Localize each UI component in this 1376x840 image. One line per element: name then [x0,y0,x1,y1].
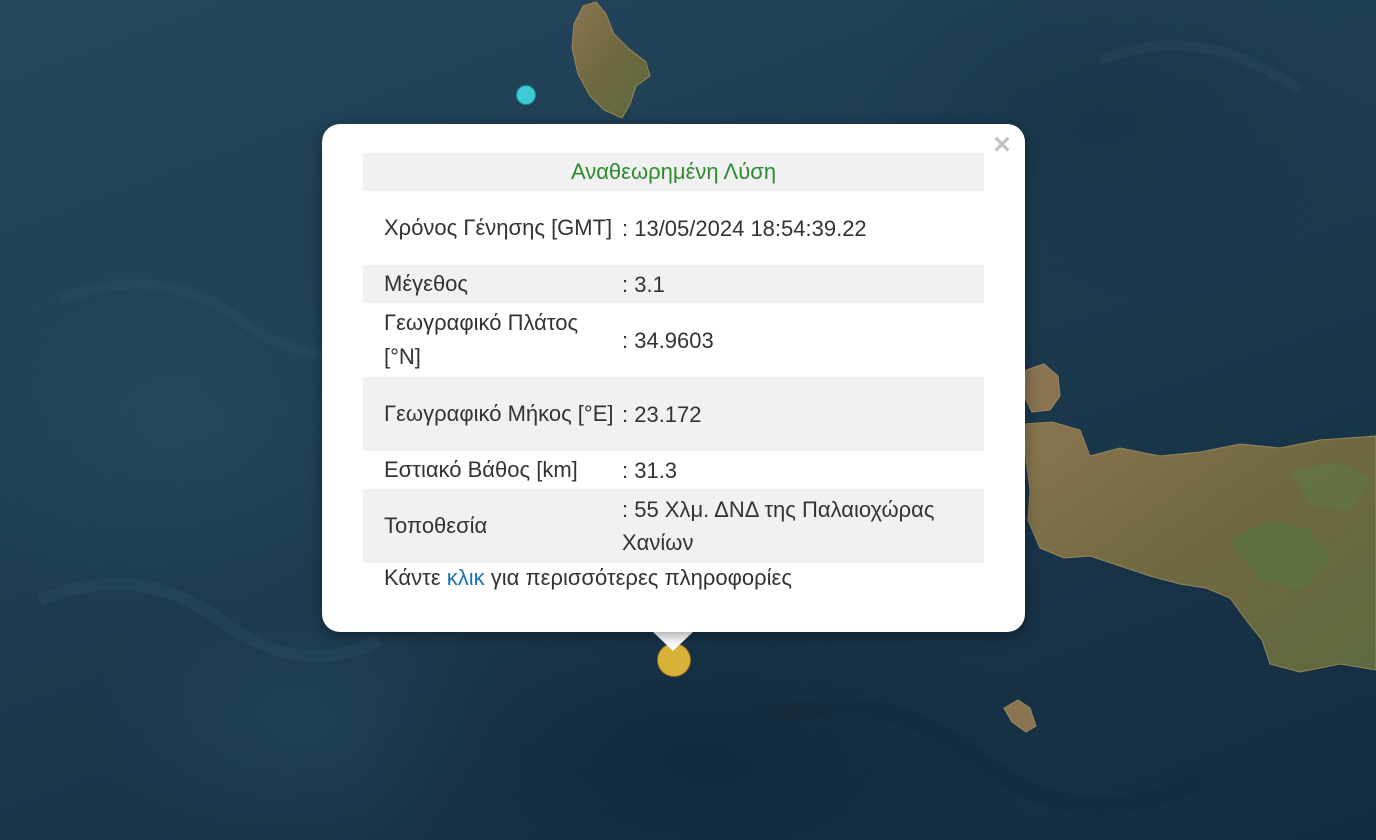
islet-south [1003,699,1037,733]
more-info-text: Κάντε κλικ για περισσότερες πληροφορίες [384,565,792,591]
table-row: Γεωγραφικό Πλάτος [°N] : 34.9603 [363,303,984,377]
row-value-magnitude: : 3.1 [622,271,665,297]
row-label-origin-time: Χρόνος Γένησης [GMT] [384,215,613,240]
table-header-row: Αναθεωρημένη Λύση [363,153,984,191]
earthquake-marker-small[interactable] [516,85,536,105]
landmass-east [1023,421,1376,673]
table-row: Γεωγραφικό Μήκος [°E] : 23.172 [363,377,984,451]
row-label-longitude: Γεωγραφικό Μήκος [°E] [384,401,614,426]
popup-title: Αναθεωρημένη Λύση [570,159,777,184]
row-value-location: : 55 Χλμ. ΔΝΔ της Παλαιοχώρας Χανίων [622,497,935,555]
row-value-latitude: : 34.9603 [622,327,714,353]
table-row: Τοποθεσία : 55 Χλμ. ΔΝΔ της Παλαιοχώρας … [363,489,984,563]
satellite-map[interactable]: × Αναθεωρημένη Λύση Χρόνος Γένησης [GMT]… [0,0,1376,840]
more-info-prefix: Κάντε [384,565,447,590]
islet-east [1023,363,1061,413]
row-label-depth: Εστιακό Βάθος [km] [384,457,578,482]
row-value-origin-time: : 13/05/2024 18:54:39.22 [622,215,867,241]
more-info-link[interactable]: κλικ [447,565,485,590]
close-icon[interactable]: × [989,130,1015,160]
row-label-latitude: Γεωγραφικό Πλάτος [°N] [384,310,579,369]
row-value-depth: : 31.3 [622,457,678,483]
popup-tip [652,631,694,651]
table-row: Μέγεθος : 3.1 [363,265,984,303]
earthquake-info-table: Αναθεωρημένη Λύση Χρόνος Γένησης [GMT] :… [363,153,984,563]
row-value-longitude: : 23.172 [622,401,702,427]
row-label-location: Τοποθεσία [384,513,488,538]
more-info-suffix: για περισσότερες πληροφορίες [484,565,792,590]
table-row: Εστιακό Βάθος [km] : 31.3 [363,451,984,489]
row-label-magnitude: Μέγεθος [384,271,469,296]
table-row: Χρόνος Γένησης [GMT] : 13/05/2024 18:54:… [363,191,984,265]
earthquake-info-popup: × Αναθεωρημένη Λύση Χρόνος Γένησης [GMT]… [322,124,1025,632]
island-north [571,1,651,119]
